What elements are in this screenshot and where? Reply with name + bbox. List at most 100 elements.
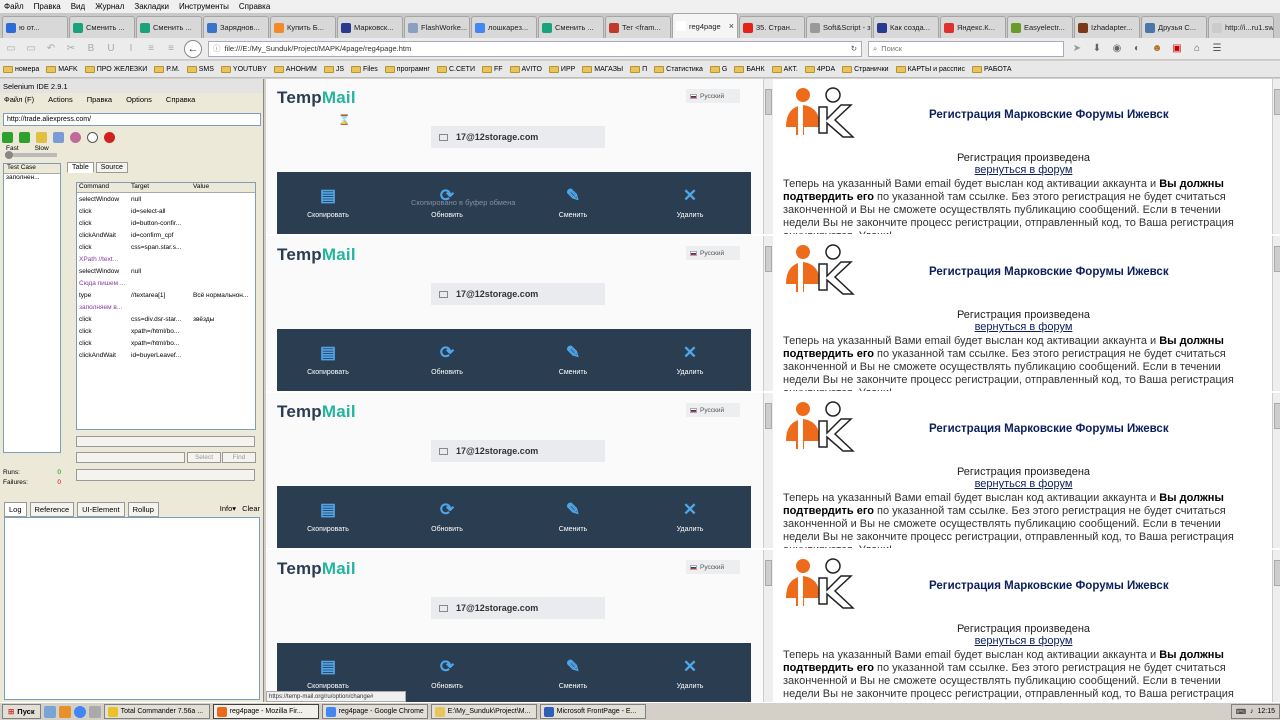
taskbar-item[interactable]: E:\My_Sunduk\Project\M... bbox=[430, 704, 537, 719]
browser-tab[interactable]: Друзья С... bbox=[1141, 16, 1207, 38]
command-row[interactable]: click css=span.star.s... bbox=[77, 241, 255, 253]
frame-scrollbar[interactable] bbox=[763, 393, 773, 548]
delete-button[interactable]: ✕ Удалить bbox=[650, 343, 730, 376]
tab-reference[interactable]: Reference bbox=[29, 502, 75, 517]
bookmark-item[interactable]: КАРТЫ и расспис bbox=[895, 65, 965, 73]
language-selector[interactable]: Русский bbox=[686, 560, 740, 574]
toolbar-icon[interactable]: ▭ bbox=[4, 42, 18, 56]
command-row[interactable]: type //textarea[1] Всё нормальнон... bbox=[77, 289, 255, 301]
browser-tab[interactable]: 35. Стран... bbox=[739, 16, 805, 38]
browser-tab[interactable]: Сменить ... bbox=[538, 16, 604, 38]
command-row[interactable]: click xpath=/html/bo... bbox=[77, 325, 255, 337]
info-dropdown[interactable]: Info▾ bbox=[220, 504, 236, 517]
browser-tab[interactable]: reg4page × bbox=[672, 13, 738, 38]
command-row[interactable]: click xpath=/html/bo... bbox=[77, 337, 255, 349]
taskbar-item[interactable]: reg4page - Google Chrome bbox=[321, 704, 428, 719]
browser-tab[interactable]: Как созда... bbox=[873, 16, 939, 38]
copy-button[interactable]: ▤ Скопировать bbox=[288, 657, 368, 690]
scrollbar-thumb[interactable] bbox=[1274, 89, 1280, 115]
selenium-menu-options[interactable]: Options bbox=[126, 95, 152, 104]
bookmark-item[interactable]: номера bbox=[3, 65, 39, 73]
toolbar-icon[interactable]: ✂ bbox=[64, 42, 78, 56]
underline-icon[interactable]: U bbox=[104, 42, 118, 56]
bookmark-item[interactable]: 4PDA bbox=[804, 65, 835, 73]
addon-icon[interactable]: ▣ bbox=[1170, 42, 1184, 56]
email-address-field[interactable]: 17@12storage.com bbox=[431, 126, 605, 148]
align-icon[interactable]: ≡ bbox=[144, 42, 158, 56]
record-icon[interactable] bbox=[104, 131, 115, 143]
find-button[interactable]: Find bbox=[222, 452, 256, 463]
frame-scrollbar[interactable] bbox=[763, 550, 773, 705]
browser-tab[interactable]: ю от... bbox=[2, 16, 68, 38]
change-button[interactable]: ✎ Сменить bbox=[533, 657, 613, 690]
bookmark-item[interactable]: JS bbox=[323, 65, 344, 73]
bookmark-item[interactable]: Files bbox=[351, 65, 378, 73]
command-row[interactable]: clickAndWait id=buyerLeavef... bbox=[77, 349, 255, 361]
pause-icon[interactable] bbox=[36, 131, 47, 143]
bookmark-item[interactable]: MAFK bbox=[46, 65, 78, 73]
bookmark-item[interactable]: P.M. bbox=[154, 65, 180, 73]
command-row[interactable]: clickAndWait id=confirm_cpf bbox=[77, 229, 255, 241]
reload-icon[interactable]: ↻ bbox=[851, 44, 857, 53]
command-row[interactable]: selectWindow null bbox=[77, 265, 255, 277]
language-selector[interactable]: Русский bbox=[686, 89, 740, 103]
language-selector[interactable]: Русский bbox=[686, 246, 740, 260]
change-button[interactable]: ✎ Сменить bbox=[533, 343, 613, 376]
play-all-icon[interactable] bbox=[2, 131, 13, 143]
bookmark-item[interactable]: РАБОТА bbox=[971, 65, 1012, 73]
home-icon[interactable]: ⌂ bbox=[1190, 42, 1204, 56]
frame-scrollbar[interactable] bbox=[763, 236, 773, 391]
menu-file[interactable]: Файл bbox=[4, 2, 24, 11]
command-row[interactable]: Сюда пишем ... bbox=[77, 277, 255, 289]
smile-icon[interactable]: ☻ bbox=[1150, 42, 1164, 56]
rollup-icon[interactable] bbox=[70, 131, 81, 143]
delete-button[interactable]: ✕ Удалить bbox=[650, 500, 730, 533]
back-to-forum-link[interactable]: вернуться в форум bbox=[975, 635, 1073, 647]
selenium-menu-edit[interactable]: Правка bbox=[87, 95, 112, 104]
value-input[interactable] bbox=[76, 469, 255, 481]
menu-view[interactable]: Вид bbox=[71, 2, 85, 11]
copy-button[interactable]: ▤ Скопировать bbox=[288, 343, 368, 376]
command-row[interactable]: click css=div.dsr-star... звёзды bbox=[77, 313, 255, 325]
browser-tab[interactable]: FlashWorke... bbox=[404, 16, 470, 38]
quicklaunch-icon[interactable] bbox=[73, 705, 86, 718]
menu-bookmarks[interactable]: Закладки bbox=[134, 2, 169, 11]
frame-scrollbar[interactable] bbox=[1272, 550, 1280, 705]
quicklaunch-icon[interactable] bbox=[88, 705, 101, 718]
browser-tab[interactable]: Izhadapter... bbox=[1074, 16, 1140, 38]
tempmail-logo[interactable]: TempMail bbox=[277, 402, 356, 422]
quicklaunch-icon[interactable] bbox=[43, 705, 56, 718]
bookmark-item[interactable]: АНОНИМ bbox=[273, 65, 317, 73]
browser-tab[interactable]: Easyelectr... bbox=[1007, 16, 1073, 38]
bookmark-item[interactable]: С.СЕТИ bbox=[436, 65, 475, 73]
scrollbar-thumb[interactable] bbox=[765, 246, 772, 272]
language-selector[interactable]: Русский bbox=[686, 403, 740, 417]
browser-tab[interactable]: Заряднов... bbox=[203, 16, 269, 38]
tempmail-logo[interactable]: TempMail bbox=[277, 245, 356, 265]
search-box[interactable]: ⌕ Поиск bbox=[868, 40, 1064, 57]
bookmark-item[interactable]: YOUTUBY bbox=[220, 65, 267, 73]
select-button[interactable]: Select bbox=[187, 452, 221, 463]
frame-scrollbar[interactable] bbox=[1272, 393, 1280, 548]
close-icon[interactable]: × bbox=[729, 21, 734, 31]
scrollbar-thumb[interactable] bbox=[765, 403, 772, 429]
tempmail-logo[interactable]: TempMail bbox=[277, 559, 356, 579]
browser-tab[interactable]: Марковск... bbox=[337, 16, 403, 38]
scrollbar-thumb[interactable] bbox=[1274, 246, 1280, 272]
tab-rollup[interactable]: Rollup bbox=[127, 502, 159, 517]
copy-button[interactable]: ▤ Скопировать bbox=[288, 186, 368, 219]
refresh-button[interactable]: ⟳ Обновить bbox=[407, 500, 487, 533]
addon-icon[interactable]: ◐ bbox=[1130, 42, 1144, 56]
bookmark-item[interactable]: SMS bbox=[186, 65, 214, 73]
download-icon[interactable]: ⬇ bbox=[1090, 42, 1104, 56]
browser-tab[interactable]: Тег <fram... bbox=[605, 16, 671, 38]
align-icon[interactable]: ≡ bbox=[164, 42, 178, 56]
selenium-menu-file[interactable]: Файл (F) bbox=[4, 95, 34, 104]
bookmark-item[interactable]: програмнг bbox=[384, 65, 430, 73]
taskbar-item[interactable]: Microsoft FrontPage - E... bbox=[539, 704, 646, 719]
base-url-input[interactable]: http://trade.aliexpress.com/ bbox=[3, 113, 261, 126]
email-address-field[interactable]: 17@12storage.com bbox=[431, 440, 605, 462]
bookmark-item[interactable]: ИРР bbox=[548, 65, 575, 73]
bookmark-item[interactable]: Странички bbox=[842, 65, 889, 73]
bookmark-item[interactable]: АКТ. bbox=[771, 65, 798, 73]
